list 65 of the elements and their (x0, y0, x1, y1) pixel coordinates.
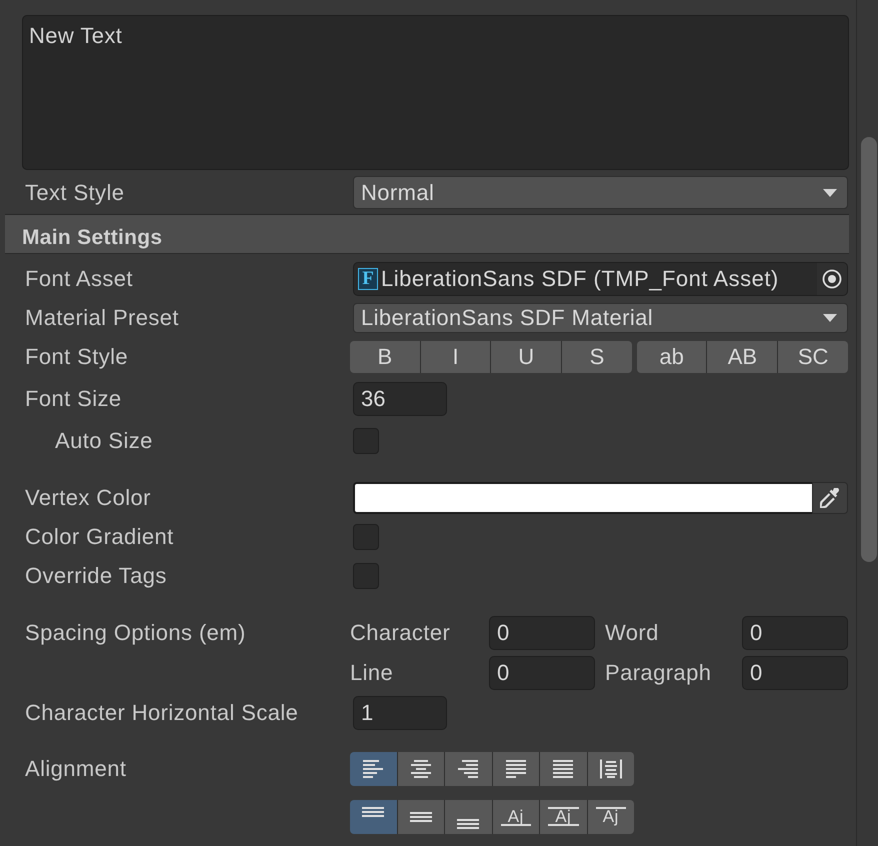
align-geometry-icon (600, 759, 622, 779)
align-center-button[interactable] (398, 752, 445, 786)
align-left-icon (362, 759, 384, 779)
field-label: Paragraph (605, 660, 712, 686)
font-style-button[interactable]: ab (636, 340, 708, 372)
number-field[interactable]: 1 (353, 696, 447, 730)
field-label: Font Asset (25, 266, 133, 292)
font-style-button[interactable]: S (562, 340, 632, 372)
align-flush-icon (552, 759, 574, 779)
align-right-button[interactable] (445, 752, 492, 786)
color-field[interactable] (353, 482, 812, 514)
material-dropdown[interactable]: LiberationSans SDF Material (353, 302, 848, 332)
field-label: Vertex Color (25, 484, 151, 510)
checkbox[interactable] (353, 524, 379, 550)
target-icon (822, 268, 842, 288)
caret-icon (823, 314, 837, 322)
field-label: Color Gradient (25, 524, 174, 550)
section-header[interactable]: Main Settings (5, 214, 849, 254)
align-bottom-button[interactable] (445, 800, 492, 834)
eyedropper-button[interactable] (812, 482, 848, 514)
field-label: Font Size (25, 386, 122, 412)
field-label: Character Horizontal Scale (25, 700, 298, 726)
caret-icon (823, 188, 837, 196)
eyedropper-icon (820, 488, 840, 508)
number-field[interactable]: 36 (353, 382, 447, 416)
align-flush-button[interactable] (540, 752, 588, 786)
align-bottom-icon (457, 819, 480, 829)
align-geometry-button[interactable] (588, 752, 634, 786)
number-field[interactable]: 0 (742, 616, 848, 650)
number-field[interactable]: 0 (489, 616, 595, 650)
font-style-button[interactable]: I (420, 340, 492, 372)
object-field[interactable]: F LiberationSans SDF (TMP_Font Asset) (353, 262, 848, 296)
number-field[interactable]: 0 (489, 656, 595, 690)
checkbox[interactable] (353, 428, 379, 454)
font-style-button[interactable]: AB (707, 340, 778, 372)
align-right-icon (457, 759, 480, 779)
align-middle-icon (410, 812, 432, 822)
field-label: Font Style (25, 344, 128, 370)
field-label: Override Tags (25, 562, 167, 588)
checkbox[interactable] (353, 562, 379, 588)
align-justified-icon (504, 759, 527, 779)
align-center-icon (410, 759, 432, 779)
font-style-button[interactable]: B (350, 340, 421, 372)
field-label: Text Style (25, 180, 124, 206)
font-style-button[interactable]: SC (778, 340, 848, 372)
field-label: Material Preset (25, 304, 179, 330)
field-label: Word (605, 620, 659, 646)
align-top-icon (362, 807, 384, 817)
text-style-dropdown[interactable]: Normal (353, 176, 848, 209)
number-field[interactable]: 0 (742, 656, 848, 690)
text-area-field[interactable]: New Text (22, 15, 849, 170)
align-justified-button[interactable] (492, 752, 540, 786)
align-left-button[interactable] (350, 752, 398, 786)
font-style-button[interactable]: U (491, 340, 562, 372)
object-picker-button[interactable] (817, 262, 847, 294)
field-label: Auto Size (55, 428, 153, 454)
align-middle-button[interactable] (398, 800, 445, 834)
scrollbar-thumb[interactable] (861, 137, 877, 562)
font-icon: F (358, 268, 378, 290)
field-label: Line (350, 660, 394, 686)
field-label: Alignment (25, 755, 126, 783)
align-top-button[interactable] (350, 800, 398, 834)
field-label: Spacing Options (em) (25, 619, 246, 647)
field-label: Character (350, 620, 450, 646)
align-capline-button[interactable]: Aj (588, 800, 634, 834)
